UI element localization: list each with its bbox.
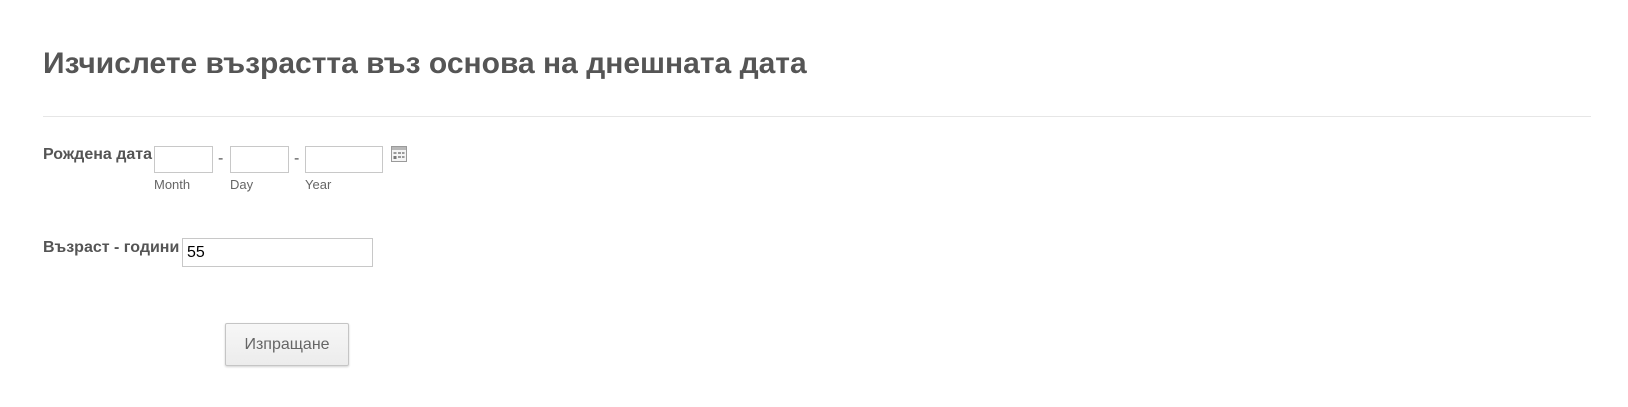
- age-label: Възраст - години: [43, 239, 180, 256]
- submit-button[interactable]: Изпращане: [225, 323, 349, 366]
- form-title: Изчислете възрастта въз основа на днешна…: [43, 47, 807, 80]
- title-divider: [43, 116, 1591, 117]
- form-page: Изчислете възрастта въз основа на днешна…: [0, 0, 1628, 407]
- calendar-icon[interactable]: [391, 146, 407, 162]
- year-sublabel: Year: [305, 177, 332, 192]
- age-input[interactable]: [182, 238, 373, 267]
- birth-date-label: Рождена дата: [43, 146, 153, 163]
- month-sublabel: Month: [154, 177, 191, 192]
- birth-month-input[interactable]: [154, 146, 213, 173]
- birth-year-input[interactable]: [305, 146, 383, 173]
- day-sublabel: Day: [230, 177, 254, 192]
- date-separator: -: [218, 150, 224, 167]
- birth-day-input[interactable]: [230, 146, 289, 173]
- date-separator: -: [294, 150, 300, 167]
